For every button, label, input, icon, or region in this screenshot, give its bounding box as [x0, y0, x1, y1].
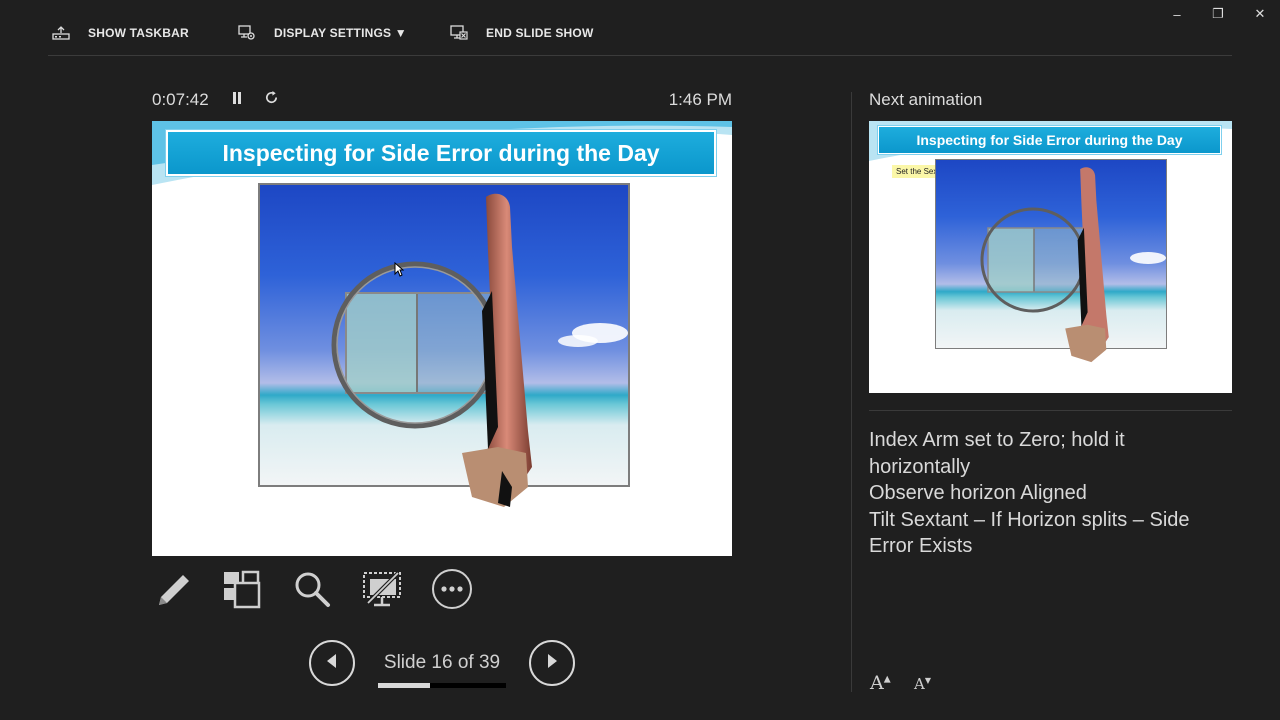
end-slideshow-icon	[450, 25, 468, 41]
toolbar-divider	[48, 55, 1232, 56]
current-slide[interactable]: Inspecting for Side Error during the Day	[152, 121, 732, 556]
restore-icon: ❐	[1212, 6, 1224, 21]
close-button[interactable]: ✕	[1247, 4, 1273, 24]
pen-icon	[153, 569, 193, 614]
next-index-arm-graphic	[1065, 167, 1109, 363]
show-taskbar-label: SHOW TASKBAR	[88, 26, 189, 40]
slide-progress-bar	[378, 683, 506, 688]
increase-font-button[interactable]: A▲	[870, 672, 891, 694]
display-settings-label: DISPLAY SETTINGS ▼	[274, 26, 407, 40]
pen-tool-button[interactable]	[152, 570, 194, 612]
previous-slide-button[interactable]	[309, 640, 355, 686]
taskbar-icon	[52, 26, 70, 40]
zoom-button[interactable]	[291, 570, 333, 612]
zoom-icon	[292, 569, 332, 614]
close-icon: ✕	[1254, 6, 1266, 21]
increase-font-icon: A	[870, 672, 884, 694]
next-icon	[545, 653, 559, 674]
notes-line: Observe horizon Aligned	[869, 482, 1087, 504]
more-options-icon	[431, 568, 473, 615]
speaker-notes[interactable]: Index Arm set to Zero; hold it horizonta…	[869, 427, 1229, 560]
elapsed-timer: 0:07:42	[152, 90, 209, 109]
end-slide-show-label: END SLIDE SHOW	[486, 26, 594, 40]
pause-icon	[231, 91, 243, 110]
show-taskbar-button[interactable]: SHOW TASKBAR	[52, 20, 189, 46]
next-animation-label: Next animation	[869, 90, 983, 109]
decrease-font-button[interactable]: A▼	[914, 675, 931, 693]
next-slide-preview[interactable]: Inspecting for Side Error during the Day…	[869, 121, 1232, 393]
see-all-slides-button[interactable]	[220, 570, 262, 612]
more-options-button[interactable]	[431, 568, 473, 615]
next-slide-button[interactable]	[529, 640, 575, 686]
clock: 1:46 PM	[668, 90, 732, 109]
minimize-button[interactable]: –	[1164, 4, 1190, 24]
slide-title: Inspecting for Side Error during the Day	[166, 130, 716, 176]
restart-icon	[264, 90, 279, 110]
black-screen-button[interactable]	[361, 570, 403, 612]
notes-line: Index Arm set to Zero; hold it horizonta…	[869, 429, 1125, 478]
notes-line: Tilt Sextant – If Horizon splits – Side …	[869, 508, 1190, 558]
display-settings-icon	[238, 25, 256, 41]
pause-timer-button[interactable]	[228, 90, 246, 110]
restore-button[interactable]: ❐	[1205, 4, 1231, 24]
next-slide-title: Inspecting for Side Error during the Day	[878, 126, 1221, 154]
notes-divider	[869, 410, 1232, 411]
decrease-font-icon: A	[914, 675, 925, 693]
previous-icon	[325, 653, 339, 674]
slide-image	[258, 183, 630, 487]
slide-progress-fill	[378, 683, 431, 688]
minimize-icon: –	[1173, 6, 1181, 22]
black-screen-icon	[362, 569, 402, 614]
restart-timer-button[interactable]	[262, 90, 280, 110]
end-slide-show-button[interactable]: END SLIDE SHOW	[450, 20, 593, 46]
see-all-slides-icon	[221, 569, 261, 614]
slide-counter: Slide 16 of 39	[383, 652, 501, 673]
display-settings-button[interactable]: DISPLAY SETTINGS ▼	[238, 20, 407, 46]
mouse-cursor	[394, 262, 404, 277]
pane-divider	[851, 92, 852, 692]
next-slide-image	[935, 159, 1167, 349]
index-arm-graphic	[462, 193, 532, 507]
